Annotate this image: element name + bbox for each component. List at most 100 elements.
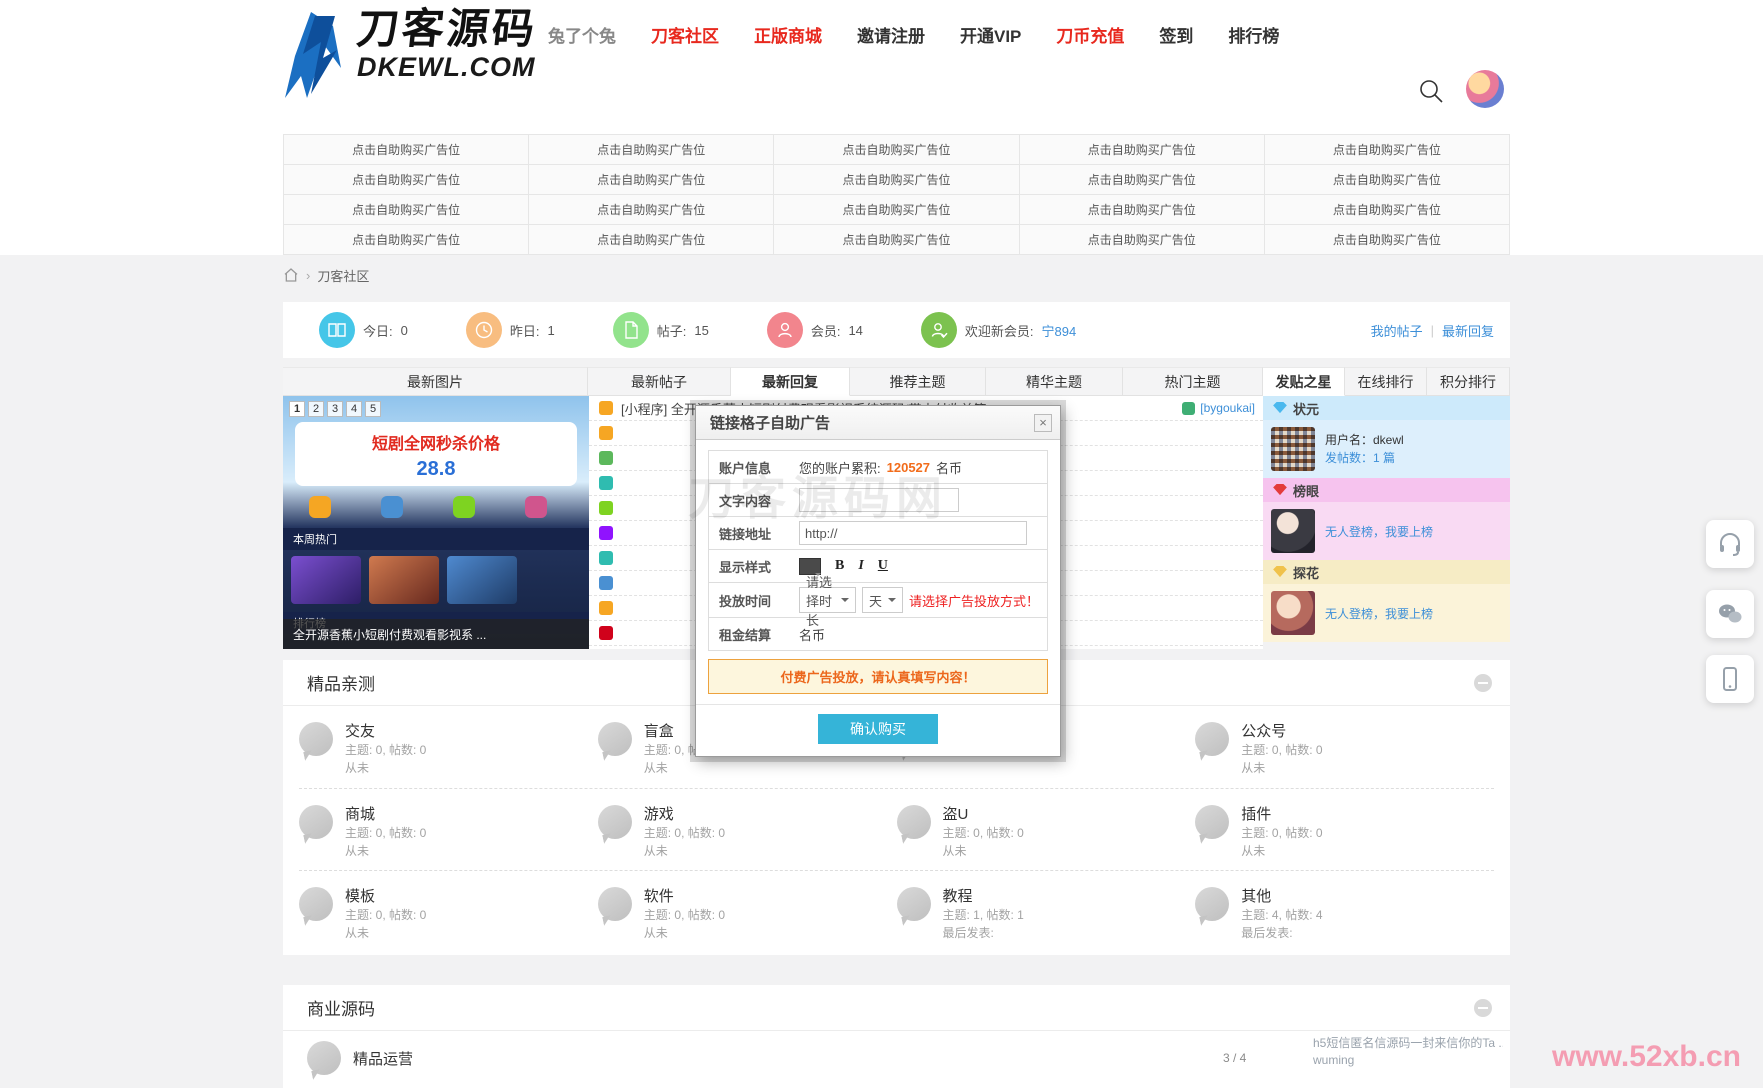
category-item[interactable]: 插件主题: 0, 帖数: 0从未	[1195, 789, 1494, 870]
ad-slot[interactable]: 点击自助购买广告位	[1265, 165, 1510, 195]
claim-rank-link[interactable]: 无人登榜，我要上榜	[1325, 523, 1433, 540]
ad-slot[interactable]: 点击自助购买广告位	[529, 135, 774, 165]
category-item[interactable]: 公众号主题: 0, 帖数: 0从未	[1195, 706, 1494, 788]
forum-bubble-icon	[598, 887, 632, 921]
carousel-caption[interactable]: 全开源香蕉小短剧付费观看影视系 ...	[283, 619, 589, 649]
my-posts-link[interactable]: 我的帖子	[1371, 321, 1423, 340]
collapse-icon[interactable]	[1474, 674, 1492, 692]
tab-latest-replies[interactable]: 最新回复	[731, 367, 850, 396]
nav-item-vip[interactable]: 开通VIP	[960, 22, 1021, 47]
ad-slot[interactable]: 点击自助购买广告位	[1265, 135, 1510, 165]
nav-item-community[interactable]: 刀客社区	[651, 22, 719, 47]
ad-slot[interactable]: 点击自助购买广告位	[284, 225, 529, 255]
stat-label: 欢迎新会员:	[965, 321, 1034, 340]
account-balance-prefix: 您的账户累积:	[799, 458, 881, 477]
mobile-button[interactable]	[1706, 655, 1754, 703]
form-row-style: 显示样式 B I U	[709, 550, 1047, 583]
breadcrumb-current[interactable]: 刀客社区	[317, 266, 369, 285]
category-item[interactable]: 其他主题: 4, 帖数: 4最后发表:	[1195, 871, 1494, 952]
claim-rank-link[interactable]: 无人登榜，我要上榜	[1325, 605, 1433, 622]
ad-slot[interactable]: 点击自助购买广告位	[774, 195, 1019, 225]
category-item[interactable]: 盗U主题: 0, 帖数: 0从未	[897, 789, 1196, 870]
carousel-page-button[interactable]: 2	[308, 401, 324, 417]
section-title: 商业源码	[307, 995, 375, 1020]
tab-points-ranking[interactable]: 积分排行	[1427, 367, 1510, 396]
modal-warning: 付费广告投放，请认真填写内容！	[708, 659, 1048, 694]
category-item[interactable]: 模板主题: 0, 帖数: 0从未	[299, 871, 598, 952]
nav-item-invite[interactable]: 邀请注册	[857, 22, 925, 47]
category-item[interactable]: 游戏主题: 0, 帖数: 0从未	[598, 789, 897, 870]
ad-slot[interactable]: 点击自助购买广告位	[529, 225, 774, 255]
latest-post-author[interactable]: wuming	[1313, 1052, 1503, 1069]
rank-username[interactable]: 用户名：dkewl	[1325, 431, 1404, 449]
category-item[interactable]: 教程主题: 1, 帖数: 1最后发表:	[897, 871, 1196, 952]
tab-latest-images[interactable]: 最新图片	[283, 367, 588, 396]
ad-purchase-modal: 链接格子自助广告 × 账户信息 您的账户累积: 120527 名币 文字内容 链…	[695, 405, 1061, 757]
color-picker[interactable]	[799, 558, 821, 575]
topic-icon	[599, 526, 613, 540]
nav-item-recharge[interactable]: 刀币充值	[1056, 22, 1124, 47]
tab-recommended[interactable]: 推荐主题	[850, 367, 986, 396]
wechat-button[interactable]	[1706, 590, 1754, 638]
user-avatar[interactable]	[1466, 70, 1504, 108]
search-icon[interactable]	[1416, 76, 1446, 106]
ad-slot[interactable]: 点击自助购买广告位	[1020, 195, 1265, 225]
bold-button[interactable]: B	[835, 558, 844, 574]
carousel-page-button[interactable]: 4	[346, 401, 362, 417]
home-icon[interactable]	[283, 267, 299, 283]
italic-button[interactable]: I	[858, 558, 863, 574]
confirm-purchase-button[interactable]: 确认购买	[818, 714, 938, 744]
ad-slot[interactable]: 点击自助购买广告位	[1265, 225, 1510, 255]
stat-value: 14	[848, 323, 862, 338]
ad-slot[interactable]: 点击自助购买广告位	[774, 225, 1019, 255]
tab-online-ranking[interactable]: 在线排行	[1345, 367, 1427, 396]
customer-service-button[interactable]	[1706, 520, 1754, 568]
modal-title: 链接格子自助广告	[696, 406, 1060, 440]
carousel-page-button[interactable]: 1	[289, 401, 305, 417]
ad-slot[interactable]: 点击自助购买广告位	[284, 165, 529, 195]
stat-value: 15	[694, 323, 708, 338]
ad-slot[interactable]: 点击自助购买广告位	[284, 195, 529, 225]
tab-hot[interactable]: 热门主题	[1123, 367, 1263, 396]
ad-url-input[interactable]	[799, 521, 1027, 545]
ad-slot[interactable]: 点击自助购买广告位	[529, 195, 774, 225]
latest-post-title[interactable]: h5短信匿名信源码一封来信你的Ta ...	[1313, 1035, 1503, 1052]
board-item[interactable]: 精品运营	[307, 1041, 413, 1075]
ad-slot[interactable]: 点击自助购买广告位	[1020, 135, 1265, 165]
rank-avatar[interactable]	[1271, 509, 1315, 553]
site-logo[interactable]: 刀客源码 DKEWL.COM	[281, 6, 537, 102]
ad-slot[interactable]: 点击自助购买广告位	[529, 165, 774, 195]
duration-select[interactable]: 请选择时长	[799, 587, 856, 613]
logo-domain: DKEWL.COM	[357, 52, 537, 82]
post-author-link[interactable]: [bygoukai]	[1200, 401, 1255, 415]
nav-item-shop[interactable]: 正版商城	[754, 22, 822, 47]
nav-item-checkin[interactable]: 签到	[1159, 22, 1193, 47]
carousel-page-button[interactable]: 5	[365, 401, 381, 417]
nav-item-rabbit[interactable]: 兔了个兔	[548, 22, 616, 47]
latest-replies-link[interactable]: 最新回复	[1442, 321, 1494, 340]
category-item[interactable]: 商城主题: 0, 帖数: 0从未	[299, 789, 598, 870]
underline-button[interactable]: U	[878, 558, 888, 574]
unit-select[interactable]: 天	[862, 587, 903, 613]
nav-item-ranking[interactable]: 排行榜	[1228, 22, 1279, 47]
ad-slot[interactable]: 点击自助购买广告位	[774, 135, 1019, 165]
user-avatar[interactable]	[1271, 427, 1315, 471]
collapse-icon[interactable]	[1474, 999, 1492, 1017]
tab-post-stars[interactable]: 发贴之星	[1263, 367, 1345, 396]
ad-slot[interactable]: 点击自助购买广告位	[284, 135, 529, 165]
tab-essence[interactable]: 精华主题	[986, 367, 1123, 396]
category-item[interactable]: 软件主题: 0, 帖数: 0从未	[598, 871, 897, 952]
ad-slot[interactable]: 点击自助购买广告位	[1020, 225, 1265, 255]
category-item[interactable]: 交友主题: 0, 帖数: 0从未	[299, 706, 598, 788]
image-carousel[interactable]: 1 2 3 4 5 短剧全网秒杀价格 28.8 本周热门 排行榜 全开源香蕉小短…	[283, 396, 589, 649]
new-member-link[interactable]: 宁894	[1042, 321, 1077, 340]
poster-thumb	[447, 556, 517, 604]
ad-slot[interactable]: 点击自助购买广告位	[1265, 195, 1510, 225]
ad-text-input[interactable]	[799, 488, 959, 512]
close-icon[interactable]: ×	[1034, 414, 1052, 432]
ad-slot[interactable]: 点击自助购买广告位	[774, 165, 1019, 195]
carousel-page-button[interactable]: 3	[327, 401, 343, 417]
rank-avatar[interactable]	[1271, 591, 1315, 635]
tab-latest-posts[interactable]: 最新帖子	[588, 367, 731, 396]
ad-slot[interactable]: 点击自助购买广告位	[1020, 165, 1265, 195]
